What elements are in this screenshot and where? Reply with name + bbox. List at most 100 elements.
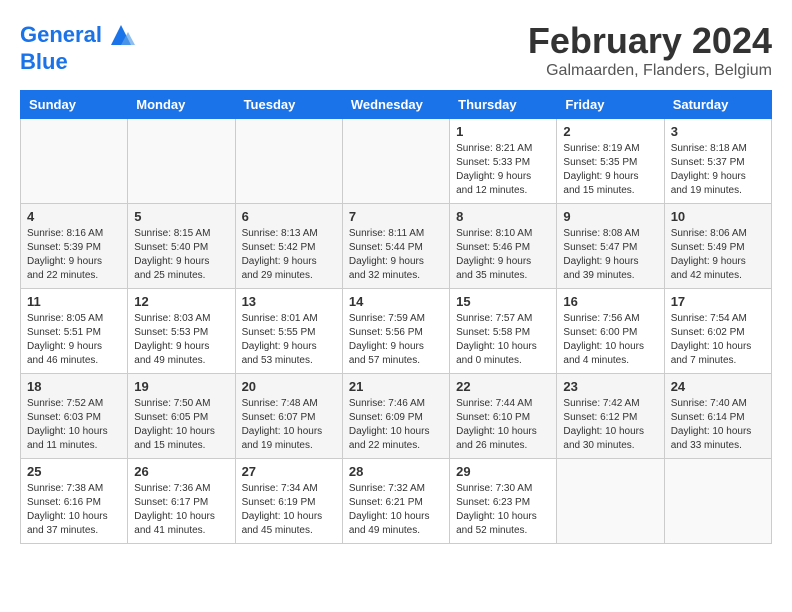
day-info: Sunrise: 7:54 AM Sunset: 6:02 PM Dayligh… <box>671 312 765 368</box>
day-number: 27 <box>242 464 336 479</box>
column-header-tuesday: Tuesday <box>235 91 342 119</box>
day-info: Sunrise: 7:56 AM Sunset: 6:00 PM Dayligh… <box>563 312 657 368</box>
calendar-cell: 23 Sunrise: 7:42 AM Sunset: 6:12 PM Dayli… <box>557 374 664 459</box>
calendar-cell: 1Sunrise: 8:21 AM Sunset: 5:33 PM Daylig… <box>450 119 557 204</box>
day-number: 15 <box>456 294 550 309</box>
calendar-cell <box>128 119 235 204</box>
calendar-cell: 11 Sunrise: 8:05 AM Sunset: 5:51 PM Dayli… <box>21 289 128 374</box>
day-info: Sunrise: 7:40 AM Sunset: 6:14 PM Dayligh… <box>671 397 765 453</box>
day-info: Sunrise: 7:36 AM Sunset: 6:17 PM Dayligh… <box>134 482 228 538</box>
column-header-friday: Friday <box>557 91 664 119</box>
calendar-cell <box>235 119 342 204</box>
day-info: Sunrise: 8:08 AM Sunset: 5:47 PM Dayligh… <box>563 227 657 283</box>
day-info: Sunrise: 7:57 AM Sunset: 5:58 PM Dayligh… <box>456 312 550 368</box>
calendar-table: SundayMondayTuesdayWednesdayThursdayFrid… <box>20 90 772 544</box>
calendar-cell: 14Sunrise: 7:59 AM Sunset: 5:56 PM Dayli… <box>342 289 449 374</box>
day-info: Sunrise: 8:05 AM Sunset: 5:51 PM Dayligh… <box>27 312 121 368</box>
calendar-cell: 21Sunrise: 7:46 AM Sunset: 6:09 PM Dayli… <box>342 374 449 459</box>
day-info: Sunrise: 8:21 AM Sunset: 5:33 PM Dayligh… <box>456 142 550 198</box>
day-number: 18 <box>27 379 121 394</box>
calendar-cell <box>21 119 128 204</box>
day-number: 25 <box>27 464 121 479</box>
day-number: 8 <box>456 209 550 224</box>
day-info: Sunrise: 7:38 AM Sunset: 6:16 PM Dayligh… <box>27 482 121 538</box>
calendar-cell: 8 Sunrise: 8:10 AM Sunset: 5:46 PM Daylig… <box>450 204 557 289</box>
day-info: Sunrise: 7:32 AM Sunset: 6:21 PM Dayligh… <box>349 482 443 538</box>
day-info: Sunrise: 7:50 AM Sunset: 6:05 PM Dayligh… <box>134 397 228 453</box>
logo-text: General <box>20 23 102 47</box>
column-header-thursday: Thursday <box>450 91 557 119</box>
day-info: Sunrise: 8:18 AM Sunset: 5:37 PM Dayligh… <box>671 142 765 198</box>
calendar-cell: 27 Sunrise: 7:34 AM Sunset: 6:19 PM Dayli… <box>235 459 342 544</box>
calendar-cell: 19 Sunrise: 7:50 AM Sunset: 6:05 PM Dayli… <box>128 374 235 459</box>
calendar-cell: 17 Sunrise: 7:54 AM Sunset: 6:02 PM Dayli… <box>664 289 771 374</box>
calendar-week-5: 25 Sunrise: 7:38 AM Sunset: 6:16 PM Dayli… <box>21 459 772 544</box>
calendar-cell: 18Sunrise: 7:52 AM Sunset: 6:03 PM Dayli… <box>21 374 128 459</box>
calendar-cell: 6Sunrise: 8:13 AM Sunset: 5:42 PM Daylig… <box>235 204 342 289</box>
calendar-cell: 4 Sunrise: 8:16 AM Sunset: 5:39 PM Daylig… <box>21 204 128 289</box>
column-header-sunday: Sunday <box>21 91 128 119</box>
day-number: 26 <box>134 464 228 479</box>
logo-icon <box>106 20 136 50</box>
logo: General Blue <box>20 20 136 74</box>
calendar-cell: 10Sunrise: 8:06 AM Sunset: 5:49 PM Dayli… <box>664 204 771 289</box>
month-title: February 2024 <box>528 20 772 62</box>
day-number: 17 <box>671 294 765 309</box>
day-number: 22 <box>456 379 550 394</box>
day-number: 24 <box>671 379 765 394</box>
calendar-cell: 26 Sunrise: 7:36 AM Sunset: 6:17 PM Dayli… <box>128 459 235 544</box>
calendar-cell: 3 Sunrise: 8:18 AM Sunset: 5:37 PM Daylig… <box>664 119 771 204</box>
day-info: Sunrise: 8:11 AM Sunset: 5:44 PM Dayligh… <box>349 227 443 283</box>
day-number: 3 <box>671 124 765 139</box>
calendar-cell: 9 Sunrise: 8:08 AM Sunset: 5:47 PM Daylig… <box>557 204 664 289</box>
day-info: Sunrise: 8:15 AM Sunset: 5:40 PM Dayligh… <box>134 227 228 283</box>
calendar-cell <box>557 459 664 544</box>
day-info: Sunrise: 7:48 AM Sunset: 6:07 PM Dayligh… <box>242 397 336 453</box>
title-section: February 2024 Galmaarden, Flanders, Belg… <box>528 20 772 80</box>
calendar-cell: 25 Sunrise: 7:38 AM Sunset: 6:16 PM Dayli… <box>21 459 128 544</box>
day-number: 29 <box>456 464 550 479</box>
page-header: General Blue February 2024 Galmaarden, F… <box>20 20 772 80</box>
logo-blue: Blue <box>20 50 136 74</box>
calendar-cell: 20 Sunrise: 7:48 AM Sunset: 6:07 PM Dayli… <box>235 374 342 459</box>
calendar-cell: 5 Sunrise: 8:15 AM Sunset: 5:40 PM Daylig… <box>128 204 235 289</box>
calendar-week-2: 4 Sunrise: 8:16 AM Sunset: 5:39 PM Daylig… <box>21 204 772 289</box>
day-info: Sunrise: 8:03 AM Sunset: 5:53 PM Dayligh… <box>134 312 228 368</box>
day-number: 6 <box>242 209 336 224</box>
day-info: Sunrise: 8:19 AM Sunset: 5:35 PM Dayligh… <box>563 142 657 198</box>
day-info: Sunrise: 7:34 AM Sunset: 6:19 PM Dayligh… <box>242 482 336 538</box>
day-info: Sunrise: 7:30 AM Sunset: 6:23 PM Dayligh… <box>456 482 550 538</box>
calendar-cell: 15 Sunrise: 7:57 AM Sunset: 5:58 PM Dayli… <box>450 289 557 374</box>
day-info: Sunrise: 7:44 AM Sunset: 6:10 PM Dayligh… <box>456 397 550 453</box>
day-number: 28 <box>349 464 443 479</box>
calendar-cell: 13 Sunrise: 8:01 AM Sunset: 5:55 PM Dayli… <box>235 289 342 374</box>
day-number: 10 <box>671 209 765 224</box>
calendar-cell: 2 Sunrise: 8:19 AM Sunset: 5:35 PM Daylig… <box>557 119 664 204</box>
day-info: Sunrise: 8:16 AM Sunset: 5:39 PM Dayligh… <box>27 227 121 283</box>
calendar-cell <box>342 119 449 204</box>
day-number: 11 <box>27 294 121 309</box>
day-number: 20 <box>242 379 336 394</box>
calendar-body: 1Sunrise: 8:21 AM Sunset: 5:33 PM Daylig… <box>21 119 772 544</box>
day-number: 2 <box>563 124 657 139</box>
day-number: 4 <box>27 209 121 224</box>
calendar-week-4: 18Sunrise: 7:52 AM Sunset: 6:03 PM Dayli… <box>21 374 772 459</box>
calendar-cell: 16 Sunrise: 7:56 AM Sunset: 6:00 PM Dayli… <box>557 289 664 374</box>
day-number: 23 <box>563 379 657 394</box>
day-info: Sunrise: 8:10 AM Sunset: 5:46 PM Dayligh… <box>456 227 550 283</box>
day-number: 5 <box>134 209 228 224</box>
day-info: Sunrise: 7:42 AM Sunset: 6:12 PM Dayligh… <box>563 397 657 453</box>
day-info: Sunrise: 7:46 AM Sunset: 6:09 PM Dayligh… <box>349 397 443 453</box>
calendar-cell: 7 Sunrise: 8:11 AM Sunset: 5:44 PM Daylig… <box>342 204 449 289</box>
day-number: 13 <box>242 294 336 309</box>
calendar-week-3: 11 Sunrise: 8:05 AM Sunset: 5:51 PM Dayli… <box>21 289 772 374</box>
calendar-cell: 22 Sunrise: 7:44 AM Sunset: 6:10 PM Dayli… <box>450 374 557 459</box>
day-info: Sunrise: 8:01 AM Sunset: 5:55 PM Dayligh… <box>242 312 336 368</box>
day-number: 9 <box>563 209 657 224</box>
day-number: 19 <box>134 379 228 394</box>
day-number: 7 <box>349 209 443 224</box>
day-number: 16 <box>563 294 657 309</box>
calendar-cell: 28 Sunrise: 7:32 AM Sunset: 6:21 PM Dayli… <box>342 459 449 544</box>
calendar-week-1: 1Sunrise: 8:21 AM Sunset: 5:33 PM Daylig… <box>21 119 772 204</box>
location: Galmaarden, Flanders, Belgium <box>528 62 772 80</box>
